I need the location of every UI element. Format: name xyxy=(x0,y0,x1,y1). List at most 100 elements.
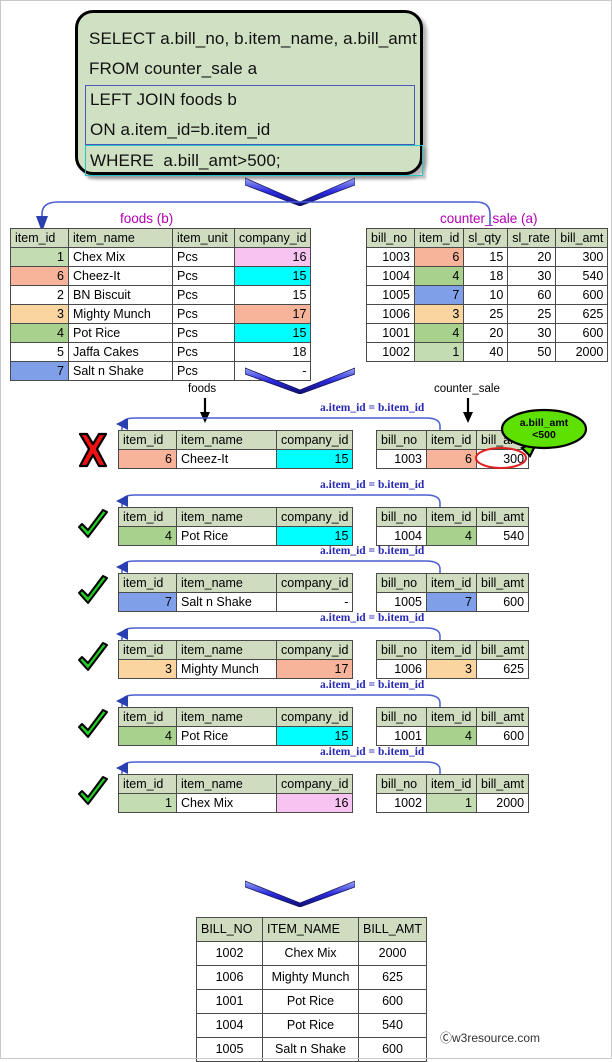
join-left-col-item-name: item_name xyxy=(176,774,277,794)
foods-header-row: item_id item_name item_unit company_id xyxy=(10,228,312,248)
join-condition-label: a.item_id = b.item_id xyxy=(320,545,425,557)
cs-cell-bill-no: 1006 xyxy=(366,304,415,324)
counter-sale-row: 1004 4 18 30 540 xyxy=(366,266,609,286)
counter-sale-table: bill_no item_id sl_qty sl_rate bill_amt … xyxy=(366,228,609,362)
result-row: 1005 Salt n Shake 600 xyxy=(196,1037,428,1062)
join-right-table: bill_no item_id bill_amt 1001 4 600 xyxy=(376,707,530,746)
join-left-cell-company-id: 15 xyxy=(275,726,354,746)
foods-cell-item-id: 7 xyxy=(10,361,69,381)
join-right-cell-item-id: 4 xyxy=(426,526,477,546)
join-right-table: bill_no item_id bill_amt 1004 4 540 xyxy=(376,507,530,546)
join-left-cell-item-name: Mighty Munch xyxy=(176,659,277,679)
join-condition-label: a.item_id = b.item_id xyxy=(320,746,425,758)
result-col-bill-amt: BILL_AMT xyxy=(357,917,428,942)
join-right-row: 1001 4 600 xyxy=(376,726,530,746)
join-right-cell-item-id: 1 xyxy=(426,793,477,813)
foods-pointer-label: foods xyxy=(188,383,217,395)
foods-col-item-id: item_id xyxy=(10,228,69,248)
join-right-col-item-id: item_id xyxy=(426,640,477,660)
foods-cell-item-unit: Pcs xyxy=(172,247,235,267)
counter-sale-row: 1003 6 15 20 300 xyxy=(366,247,609,267)
join-left-col-item-name: item_name xyxy=(176,707,277,727)
join-right-row: 1004 4 540 xyxy=(376,526,530,546)
result-cell-bill-no: 1002 xyxy=(196,941,263,966)
join-left-row: 4 Pot Rice 15 xyxy=(118,526,354,546)
foods-table: item_id item_name item_unit company_id 1… xyxy=(10,228,312,381)
join-left-header-row: item_id item_name company_id xyxy=(118,507,354,527)
foods-cell-item-unit: Pcs xyxy=(172,342,235,362)
cs-cell-bill-amt: 2000 xyxy=(555,342,609,362)
cs-cell-bill-amt: 300 xyxy=(555,247,609,267)
counter-sale-pointer-label: counter_sale xyxy=(434,383,500,395)
join-right-col-bill-no: bill_no xyxy=(376,507,427,527)
cs-cell-bill-amt: 625 xyxy=(555,304,609,324)
join-right-col-bill-amt: bill_amt xyxy=(475,573,530,593)
foods-col-item-unit: item_unit xyxy=(172,228,235,248)
checkmark-icon xyxy=(76,776,110,810)
cs-cell-bill-amt: 600 xyxy=(555,285,609,305)
cs-cell-sl-qty: 10 xyxy=(463,285,509,305)
join-left-header-row: item_id item_name company_id xyxy=(118,640,354,660)
cs-col-sl-rate: sl_rate xyxy=(507,228,557,248)
cs-cell-sl-qty: 40 xyxy=(463,342,509,362)
join-right-cell-bill-amt: 2000 xyxy=(475,793,530,813)
foods-cell-item-name: Salt n Shake xyxy=(68,361,173,381)
join-right-cell-item-id: 3 xyxy=(426,659,477,679)
sql-where-line: WHERE a.bill_amt>500; xyxy=(90,151,281,170)
join-right-cell-bill-no: 1006 xyxy=(376,659,427,679)
result-cell-item-name: Chex Mix xyxy=(262,941,359,966)
join-left-cell-item-name: Salt n Shake xyxy=(176,592,277,612)
checkmark-icon xyxy=(76,709,110,743)
foods-cell-item-unit: Pcs xyxy=(172,266,235,286)
sql-query-box: SELECT a.bill_no, b.item_name, a.bill_am… xyxy=(75,10,423,176)
join-right-col-item-id: item_id xyxy=(426,774,477,794)
cs-cell-bill-no: 1002 xyxy=(366,342,415,362)
join-right-col-bill-amt: bill_amt xyxy=(475,507,530,527)
cs-cell-sl-rate: 30 xyxy=(507,266,557,286)
chevron-down-icon-3 xyxy=(245,879,355,907)
join-right-header-row: bill_no item_id bill_amt xyxy=(376,774,530,794)
join-left-cell-company-id: 17 xyxy=(275,659,354,679)
result-cell-bill-amt: 600 xyxy=(357,1037,428,1062)
join-right-header-row: bill_no item_id bill_amt xyxy=(376,707,530,727)
join-left-cell-item-id: 6 xyxy=(118,449,177,469)
join-left-row: 6 Cheez-It 15 xyxy=(118,449,354,469)
foods-col-item-name: item_name xyxy=(68,228,173,248)
cross-icon xyxy=(76,432,110,468)
join-left-col-item-id: item_id xyxy=(118,430,177,450)
result-cell-bill-amt: 540 xyxy=(357,1013,428,1038)
join-right-col-bill-amt: bill_amt xyxy=(475,774,530,794)
join-left-header-row: item_id item_name company_id xyxy=(118,430,354,450)
cs-cell-item-id: 4 xyxy=(413,266,465,286)
join-right-header-row: bill_no item_id bill_amt xyxy=(376,573,530,593)
join-left-header-row: item_id item_name company_id xyxy=(118,707,354,727)
join-right-col-item-id: item_id xyxy=(426,430,477,450)
join-left-cell-item-id: 4 xyxy=(118,726,177,746)
join-left-table: item_id item_name company_id 1 Chex Mix 16 xyxy=(118,774,354,813)
join-right-cell-bill-no: 1001 xyxy=(376,726,427,746)
join-left-cell-company-id: 16 xyxy=(275,793,354,813)
join-left-cell-item-name: Chex Mix xyxy=(176,793,277,813)
foods-cell-company-id: 15 xyxy=(233,323,312,343)
join-left-col-item-id: item_id xyxy=(118,573,177,593)
cs-cell-bill-amt: 540 xyxy=(555,266,609,286)
join-left-cell-item-name: Pot Rice xyxy=(176,526,277,546)
cs-cell-sl-rate: 50 xyxy=(507,342,557,362)
foods-col-company-id: company_id xyxy=(233,228,312,248)
join-right-col-bill-no: bill_no xyxy=(376,774,427,794)
cs-cell-item-id: 4 xyxy=(413,323,465,343)
join-right-col-bill-no: bill_no xyxy=(376,573,427,593)
join-right-row: 1006 3 625 xyxy=(376,659,530,679)
join-right-col-item-id: item_id xyxy=(426,707,477,727)
join-right-cell-bill-amt: 540 xyxy=(475,526,530,546)
join-left-col-company-id: company_id xyxy=(275,707,354,727)
join-left-col-item-id: item_id xyxy=(118,507,177,527)
join-right-cell-item-id: 4 xyxy=(426,726,477,746)
join-condition-label: a.item_id = b.item_id xyxy=(320,679,425,691)
sql-on-line: ON a.item_id=b.item_id xyxy=(90,120,271,139)
join-right-cell-bill-no: 1003 xyxy=(376,449,427,469)
cs-cell-item-id: 3 xyxy=(413,304,465,324)
join-right-row: 1005 7 600 xyxy=(376,592,530,612)
result-row: 1004 Pot Rice 540 xyxy=(196,1013,428,1038)
join-right-header-row: bill_no item_id bill_amt xyxy=(376,640,530,660)
